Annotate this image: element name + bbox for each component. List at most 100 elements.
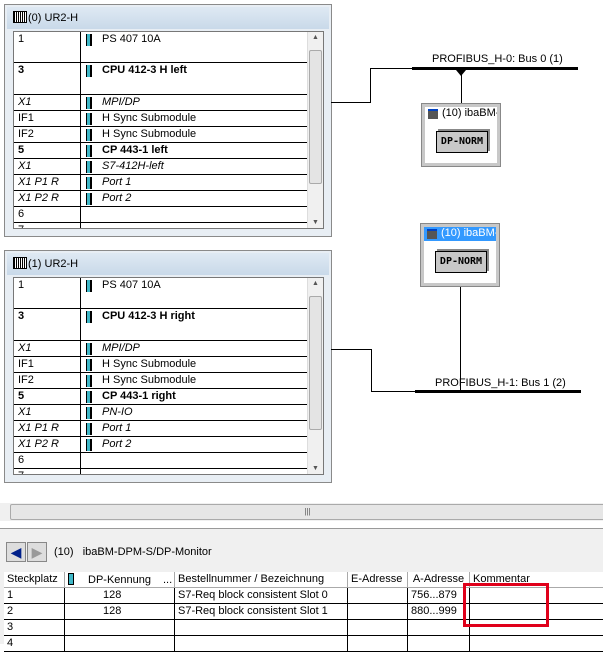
- scrollbar-thumb[interactable]: [309, 296, 322, 430]
- slot-number: IF2: [18, 128, 34, 140]
- rack-row[interactable]: X1 MPI/DP: [14, 341, 308, 357]
- table-cell[interactable]: [348, 620, 408, 636]
- table-cell[interactable]: [408, 636, 470, 652]
- detail-title: (10) ibaBM-DPM-S/DP-Monitor: [54, 546, 212, 558]
- horizontal-scrollbar[interactable]: |||: [0, 503, 603, 521]
- module-icon: [86, 113, 92, 125]
- rack-row[interactable]: X1 P1 R Port 1: [14, 421, 308, 437]
- col-e-adresse[interactable]: E-Adresse: [348, 572, 408, 588]
- slave-icon: [427, 229, 437, 239]
- table-cell[interactable]: [348, 636, 408, 652]
- table-row[interactable]: 4: [4, 636, 603, 652]
- table-cell[interactable]: [348, 588, 408, 604]
- back-arrow-icon[interactable]: ◀: [6, 542, 26, 562]
- slot-number: 1: [18, 33, 25, 45]
- slot-number: 7: [18, 224, 24, 228]
- forward-arrow-icon[interactable]: ▶: [27, 542, 47, 562]
- table-cell[interactable]: 1: [4, 588, 65, 604]
- rack0-connection: [370, 68, 414, 69]
- rack-row[interactable]: X1 P2 R Port 2: [14, 191, 308, 207]
- slot-number: X1 P1 R: [18, 176, 59, 188]
- device-ibabm-bus1[interactable]: (10) ibaBM- DP-NORM: [420, 223, 500, 287]
- rack-title-bar[interactable]: (1) UR2-H: [7, 253, 329, 275]
- table-cell[interactable]: 128: [65, 588, 175, 604]
- rack-row[interactable]: IF1 H Sync Submodule: [14, 111, 308, 127]
- col-steckplatz[interactable]: Steckplatz: [4, 572, 65, 588]
- rack-row[interactable]: IF2 H Sync Submodule: [14, 373, 308, 389]
- rack-row[interactable]: 1 PS 407 10A: [14, 278, 308, 309]
- slot-number: X1: [18, 160, 32, 172]
- module-name: H Sync Submodule: [102, 112, 197, 124]
- scroll-down-icon[interactable]: ▼: [312, 219, 319, 226]
- table-cell[interactable]: 4: [4, 636, 65, 652]
- vertical-scrollbar[interactable]: ▲ ▼: [307, 278, 323, 474]
- module-name: CPU 412-3 H left: [102, 64, 187, 76]
- col-bestellnummer[interactable]: Bestellnummer / Bezeichnung: [175, 572, 348, 588]
- col-dp-kennung[interactable]: DP-Kennung...: [65, 572, 175, 588]
- rack-row[interactable]: X1 S7-412H-left: [14, 159, 308, 175]
- table-cell[interactable]: [408, 620, 470, 636]
- col-a-adresse[interactable]: A-Adresse: [408, 572, 470, 588]
- rack-table: 1 PS 407 10A 3 CPU 412-3 H right X1 MPI/…: [13, 277, 324, 475]
- table-cell[interactable]: 128: [65, 604, 175, 620]
- scroll-up-icon[interactable]: ▲: [312, 280, 319, 287]
- table-cell[interactable]: [175, 636, 348, 652]
- rack-row[interactable]: IF1 H Sync Submodule: [14, 357, 308, 373]
- vertical-scrollbar[interactable]: ▲ ▼: [307, 32, 323, 228]
- table-cell[interactable]: [470, 636, 603, 652]
- rack-title-bar[interactable]: (0) UR2-H: [7, 7, 329, 29]
- rack-row[interactable]: 5 CP 443-1 right: [14, 389, 308, 405]
- rack-row[interactable]: X1 P1 R Port 1: [14, 175, 308, 191]
- device-ibabm-bus0[interactable]: (10) ibaBM- DP-NORM: [421, 103, 501, 167]
- module-icon: [86, 391, 92, 403]
- rack-row[interactable]: X1 MPI/DP: [14, 95, 308, 111]
- slot-number: X1: [18, 96, 32, 108]
- profibus-bus-0[interactable]: [412, 67, 578, 70]
- table-cell[interactable]: 2: [4, 604, 65, 620]
- scrollbar-thumb[interactable]: [309, 50, 322, 184]
- table-cell[interactable]: [175, 620, 348, 636]
- slot-number: 3: [18, 64, 25, 76]
- slot-number: 7: [18, 470, 24, 474]
- table-cell[interactable]: S7-Req block consistent Slot 1: [175, 604, 348, 620]
- col-more: ...: [163, 574, 173, 586]
- slot-number: 5: [18, 390, 25, 402]
- module-icon: [86, 423, 92, 435]
- rack-row[interactable]: 7: [14, 223, 308, 228]
- table-cell[interactable]: S7-Req block consistent Slot 0: [175, 588, 348, 604]
- slot-number: 3: [18, 310, 25, 322]
- rack1-connection: [371, 391, 417, 392]
- rack-row[interactable]: IF2 H Sync Submodule: [14, 127, 308, 143]
- rack-table: 1 PS 407 10A 3 CPU 412-3 H left X1 MPI/D…: [13, 31, 324, 229]
- rack-row[interactable]: 5 CP 443-1 left: [14, 143, 308, 159]
- table-cell[interactable]: 756...879: [408, 588, 470, 604]
- rack-row[interactable]: 6: [14, 207, 308, 223]
- rack-row[interactable]: 7: [14, 469, 308, 474]
- rack-row[interactable]: 1 PS 407 10A: [14, 32, 308, 63]
- scrollbar-thumb[interactable]: |||: [10, 504, 603, 520]
- rack-row[interactable]: X1 P2 R Port 2: [14, 437, 308, 453]
- module-name: H Sync Submodule: [102, 374, 197, 386]
- highlight-box: [463, 583, 549, 627]
- module-icon: [86, 161, 92, 173]
- rack-row[interactable]: 3 CPU 412-3 H right: [14, 309, 308, 341]
- profibus-bus-1[interactable]: [415, 390, 581, 393]
- device-title: (10) ibaBM-: [442, 107, 497, 119]
- slot-number: X1 P2 R: [18, 438, 59, 450]
- module-icon: [86, 407, 92, 419]
- table-cell[interactable]: [348, 604, 408, 620]
- rack-row[interactable]: X1 PN-IO: [14, 405, 308, 421]
- module-name: CP 443-1 left: [102, 144, 168, 156]
- table-cell[interactable]: 880...999: [408, 604, 470, 620]
- rack0-connection: [331, 102, 371, 103]
- bus0-label: PROFIBUS_H-0: Bus 0 (1): [432, 53, 563, 65]
- table-cell[interactable]: [65, 620, 175, 636]
- table-cell[interactable]: [65, 636, 175, 652]
- module-icon: [68, 573, 74, 585]
- scroll-up-icon[interactable]: ▲: [312, 34, 319, 41]
- scroll-down-icon[interactable]: ▼: [312, 465, 319, 472]
- module-name: MPI/DP: [102, 96, 140, 108]
- table-cell[interactable]: 3: [4, 620, 65, 636]
- rack-row[interactable]: 6: [14, 453, 308, 469]
- rack-row[interactable]: 3 CPU 412-3 H left: [14, 63, 308, 95]
